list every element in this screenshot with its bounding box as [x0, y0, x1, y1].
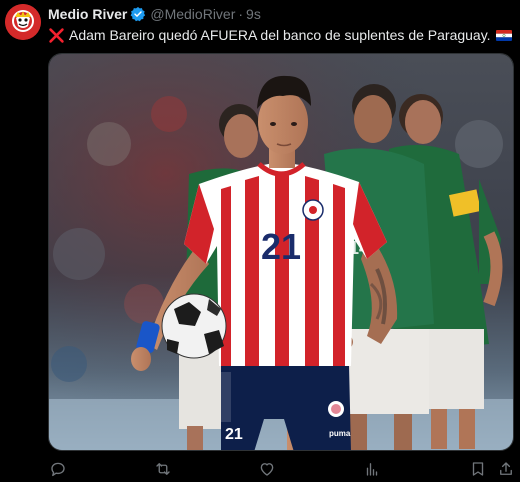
share-icon[interactable] — [497, 460, 515, 478]
like-icon[interactable] — [258, 460, 276, 478]
crowd-blob — [51, 346, 87, 382]
author-name[interactable]: Medio River — [48, 6, 127, 22]
views-icon[interactable] — [363, 460, 381, 478]
avatar[interactable] — [5, 4, 41, 40]
tweet-header: Medio River @MedioRiver · 9s — [48, 5, 261, 23]
tweet-media-photo[interactable]: 14 21 puma 21 — [48, 53, 514, 451]
cross-mark-icon — [48, 27, 65, 44]
shorts-number: 21 — [225, 426, 243, 443]
verified-badge-icon — [130, 6, 146, 22]
bookmark-icon[interactable] — [469, 460, 487, 478]
crowd-blob — [53, 228, 105, 280]
timestamp[interactable]: 9s — [246, 6, 261, 22]
paraguay-flag-icon — [495, 29, 512, 41]
tweet-text: Adam Bareiro quedó AFUERA del banco de s… — [69, 27, 491, 43]
retweet-icon[interactable] — [154, 460, 172, 478]
reply-icon[interactable] — [49, 460, 67, 478]
crowd-blob — [87, 122, 131, 166]
separator-dot: · — [238, 6, 244, 22]
tweet-action-bar — [48, 460, 518, 480]
shorts-brand: puma — [329, 429, 351, 438]
soccer-ball — [161, 293, 227, 359]
author-handle[interactable]: @MedioRiver — [150, 6, 235, 22]
shirt-number: 21 — [261, 226, 301, 267]
crowd-blob — [151, 96, 187, 132]
tweet-text-row: Adam Bareiro quedó AFUERA del banco de s… — [48, 25, 512, 45]
crowd-blob — [455, 120, 503, 168]
